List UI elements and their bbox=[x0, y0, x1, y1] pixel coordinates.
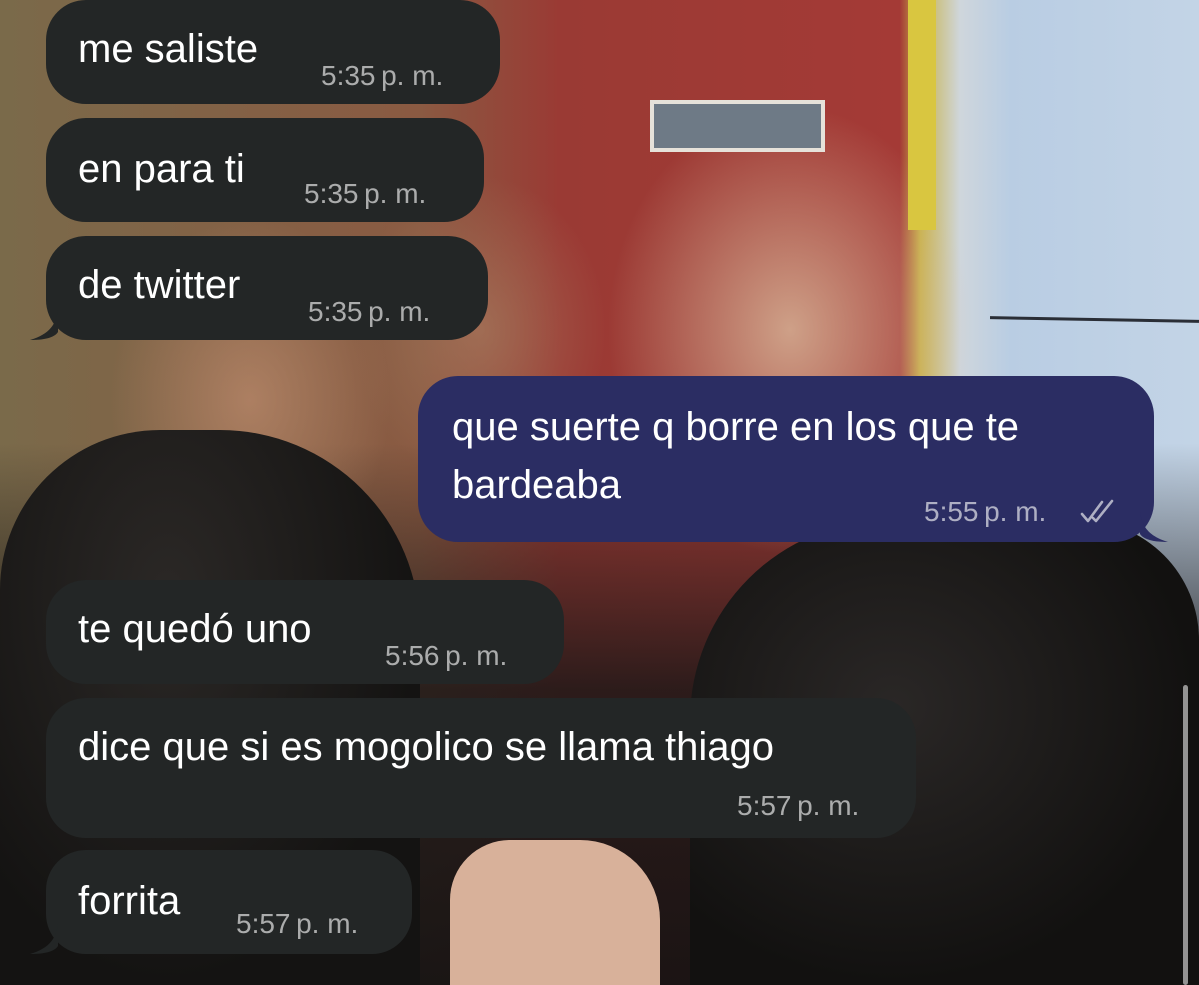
message-text: en para ti bbox=[78, 147, 245, 191]
message-timestamp: 5:56 p. m. bbox=[385, 640, 508, 671]
message-timestamp: 5:35 p. m. bbox=[321, 60, 444, 91]
wallpaper-wall-detail bbox=[908, 0, 936, 230]
message-text: que suerte q borre en los que te bbox=[452, 405, 1020, 449]
bubble-tail-left bbox=[30, 310, 58, 340]
bubble-tail-left bbox=[30, 924, 58, 954]
message-bubble-incoming[interactable]: forrita 5:57 p. m. bbox=[46, 850, 412, 954]
message-bubble-incoming[interactable]: dice que si es mogolico se llama thiago … bbox=[46, 698, 916, 838]
scrollbar[interactable] bbox=[1183, 685, 1188, 985]
message-text: bardeaba bbox=[452, 463, 622, 507]
message-text: te quedó uno bbox=[78, 607, 312, 651]
message-text: de twitter bbox=[78, 263, 241, 307]
message-bubble-outgoing[interactable]: que suerte q borre en los que te bardeab… bbox=[418, 376, 1154, 542]
message-timestamp: 5:35 p. m. bbox=[304, 178, 427, 209]
message-text: dice que si es mogolico se llama thiago bbox=[78, 725, 774, 769]
message-timestamp: 5:35 p. m. bbox=[308, 296, 431, 327]
message-timestamp: 5:55 p. m. bbox=[924, 496, 1047, 527]
message-bubble-incoming[interactable]: de twitter 5:35 p. m. bbox=[46, 236, 488, 340]
message-timestamp: 5:57 p. m. bbox=[236, 908, 359, 939]
wallpaper-window bbox=[650, 100, 825, 152]
message-text: forrita bbox=[78, 879, 181, 923]
message-text: me saliste bbox=[78, 27, 259, 71]
wallpaper-hand bbox=[450, 840, 660, 985]
message-bubble-incoming[interactable]: me saliste 5:35 p. m. bbox=[46, 0, 500, 104]
bubble-tail-right bbox=[1140, 512, 1168, 542]
message-bubble-incoming[interactable]: te quedó uno 5:56 p. m. bbox=[46, 580, 564, 684]
message-timestamp: 5:57 p. m. bbox=[737, 790, 860, 821]
message-bubble-incoming[interactable]: en para ti 5:35 p. m. bbox=[46, 118, 484, 222]
double-check-icon bbox=[1080, 499, 1114, 523]
